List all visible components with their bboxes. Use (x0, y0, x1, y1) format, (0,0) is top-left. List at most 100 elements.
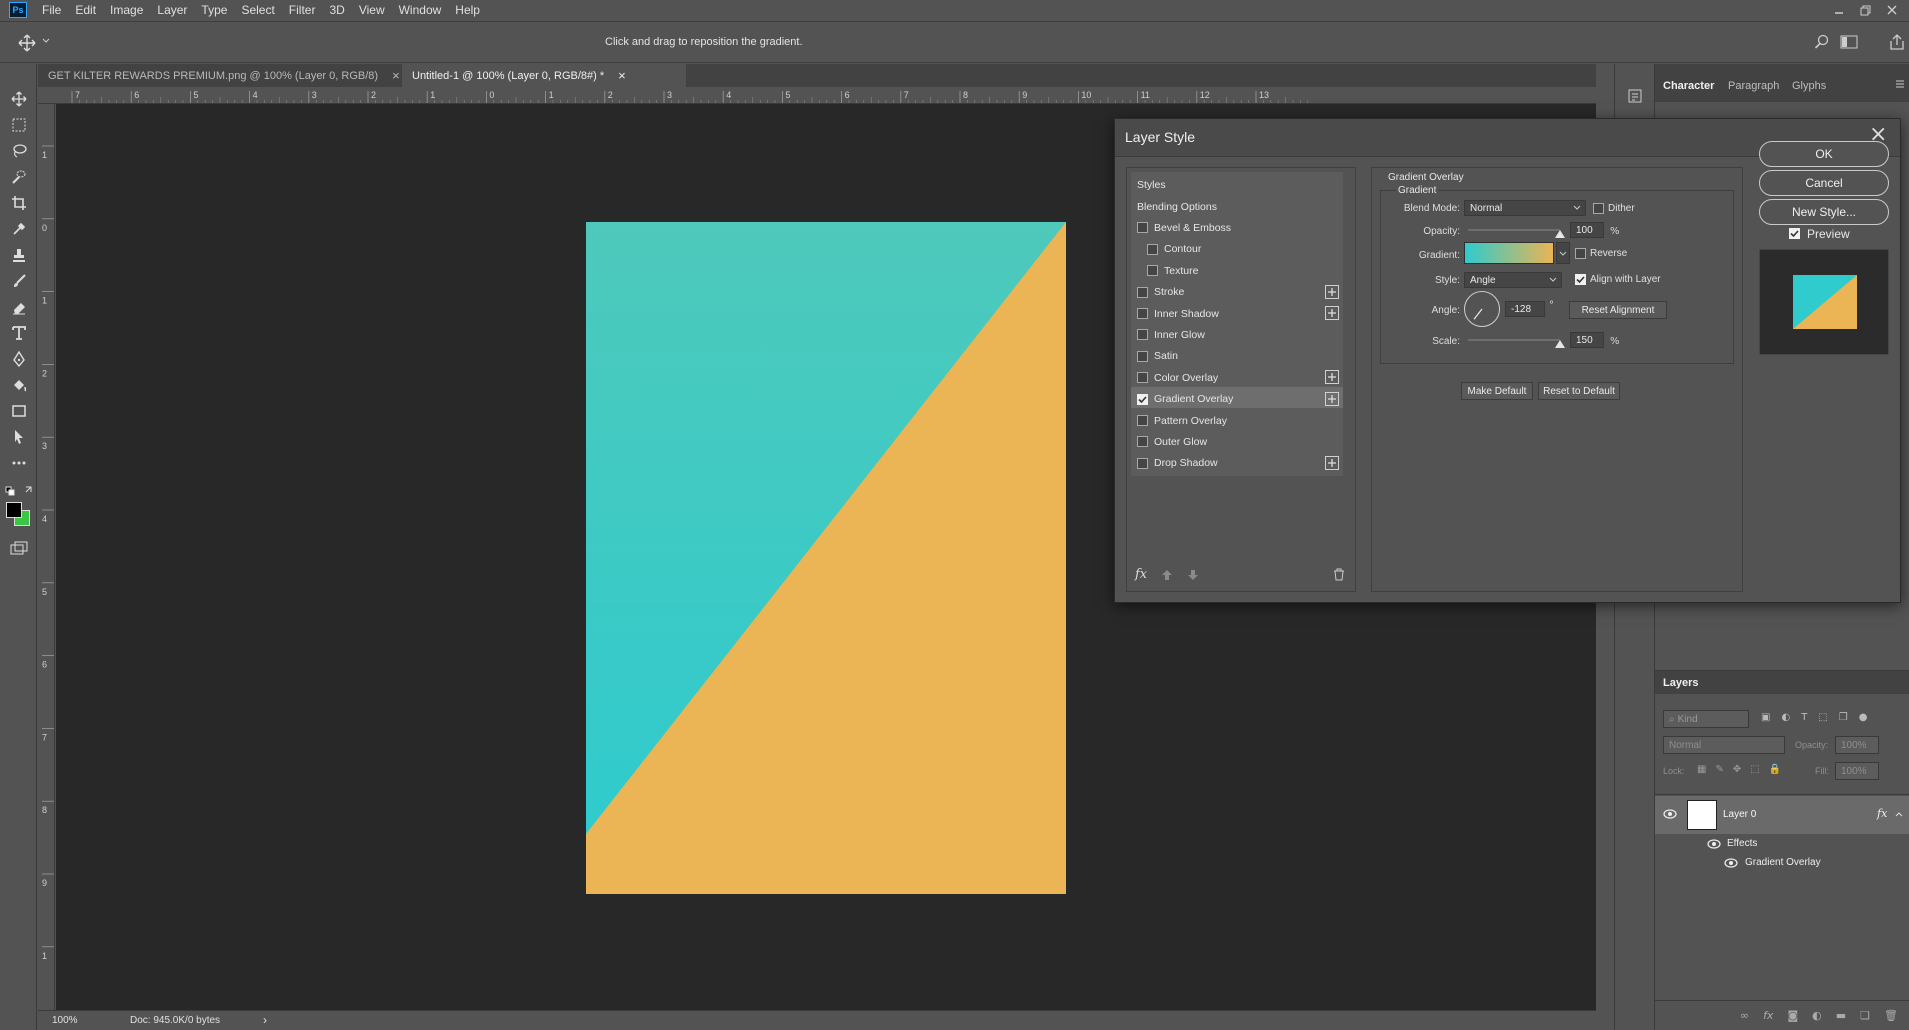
screen-mode-icon[interactable] (6, 538, 32, 560)
move-tool-icon[interactable] (6, 88, 32, 110)
layer-blend-mode-select[interactable]: Normal (1663, 736, 1785, 754)
lasso-tool-icon[interactable] (6, 140, 32, 162)
style-row-drop-shadow[interactable]: Drop Shadow (1131, 450, 1343, 476)
layer-row-layer-0[interactable]: Layer 0 fx (1655, 796, 1909, 834)
new-layer-icon[interactable]: ❏ (1860, 1009, 1870, 1022)
chevron-up-icon[interactable] (1895, 810, 1903, 818)
layer-fx-badge[interactable]: fx (1877, 807, 1887, 820)
brush-tool-icon[interactable] (6, 270, 32, 292)
minimize-icon[interactable] (1834, 5, 1844, 15)
adjustment-filter-icon[interactable]: ◐ (1781, 712, 1790, 726)
angle-dial[interactable] (1464, 291, 1500, 327)
close-icon[interactable] (1887, 5, 1897, 15)
lock-artboard-icon[interactable]: ⬚ (1750, 764, 1759, 778)
more-tools-icon[interactable] (6, 452, 32, 474)
zoom-level[interactable]: 100% (52, 1015, 78, 1026)
image-filter-icon[interactable]: ▣ (1761, 712, 1770, 726)
reset-alignment-button[interactable]: Reset Alignment (1569, 301, 1667, 319)
restore-icon[interactable] (1860, 5, 1871, 16)
tab-untitled-1[interactable]: Untitled-1 @ 100% (Layer 0, RGB/8#) * × (402, 64, 686, 87)
menu-file[interactable]: File (35, 3, 68, 17)
layer-name[interactable]: Layer 0 (1723, 809, 1756, 820)
style-select[interactable]: Angle (1464, 272, 1562, 288)
history-panel-icon[interactable] (1627, 88, 1643, 104)
default-colors-icon[interactable] (4, 482, 34, 496)
menu-help[interactable]: Help (448, 3, 487, 17)
move-tool-icon[interactable] (18, 34, 36, 52)
status-menu-arrow[interactable]: › (263, 1013, 267, 1027)
scale-slider-thumb[interactable] (1555, 340, 1565, 348)
reset-to-default-button[interactable]: Reset to Default (1538, 382, 1620, 400)
visibility-eye-icon[interactable] (1724, 858, 1738, 868)
workspace-icon[interactable] (1840, 34, 1858, 50)
gradient-picker-button[interactable] (1556, 242, 1570, 264)
menu-filter[interactable]: Filter (282, 3, 323, 17)
menu-edit[interactable]: Edit (68, 3, 103, 17)
search-icon[interactable] (1814, 34, 1830, 50)
selection-tool-icon[interactable] (6, 426, 32, 448)
eyedropper-tool-icon[interactable] (6, 218, 32, 240)
pen-tool-icon[interactable] (6, 348, 32, 370)
add-instance-plus-icon[interactable] (1325, 455, 1339, 470)
lock-all-icon[interactable]: 🔒 (1769, 764, 1781, 778)
type-tool-icon[interactable] (6, 322, 32, 344)
add-mask-icon[interactable]: ◙ (1787, 1009, 1798, 1022)
effect-gradient-overlay-row[interactable]: Gradient Overlay (1655, 853, 1909, 872)
type-filter-icon[interactable]: T (1801, 712, 1807, 726)
gradient-swatch[interactable] (1464, 242, 1554, 264)
adjustment-layer-icon[interactable]: ◐ (1812, 1009, 1822, 1022)
scale-input[interactable]: 150 (1570, 332, 1604, 348)
eraser-tool-icon[interactable] (6, 296, 32, 318)
preview-checkbox[interactable] (1789, 228, 1800, 239)
menu-view[interactable]: View (352, 3, 392, 17)
menu-image[interactable]: Image (103, 3, 150, 17)
filter-toggle-icon[interactable]: ● (1859, 712, 1868, 726)
tab-character[interactable]: Character (1663, 80, 1714, 92)
add-instance-plus-icon[interactable] (1325, 370, 1339, 385)
style-checkbox[interactable] (1147, 265, 1158, 277)
menu-window[interactable]: Window (392, 3, 449, 17)
stamp-tool-icon[interactable] (6, 244, 32, 266)
share-icon[interactable] (1888, 33, 1906, 51)
style-checkbox[interactable] (1137, 415, 1148, 426)
paint-bucket-tool-icon[interactable] (6, 374, 32, 396)
menu-select[interactable]: Select (234, 3, 281, 17)
menu-3d[interactable]: 3D (322, 3, 351, 17)
foreground-color-swatch[interactable] (6, 502, 22, 518)
layer-filter-input[interactable]: ⌕ Kind (1663, 710, 1749, 728)
crop-tool-icon[interactable] (6, 192, 32, 214)
make-default-button[interactable]: Make Default (1461, 382, 1533, 400)
visibility-eye-icon[interactable] (1707, 839, 1721, 849)
add-instance-plus-icon[interactable] (1325, 306, 1339, 320)
panel-menu-icon[interactable] (1896, 80, 1904, 88)
add-effect-fx-icon[interactable]: fx (1135, 567, 1147, 582)
angle-input[interactable]: -128 (1505, 301, 1545, 317)
style-checkbox[interactable] (1137, 457, 1148, 469)
style-checkbox[interactable] (1137, 308, 1148, 319)
blend-mode-select[interactable]: Normal (1464, 200, 1586, 216)
visibility-eye-icon[interactable] (1663, 809, 1677, 819)
style-checkbox[interactable] (1137, 286, 1148, 298)
cancel-button[interactable]: Cancel (1759, 170, 1889, 196)
scale-slider-track[interactable] (1468, 339, 1560, 341)
reverse-checkbox[interactable] (1575, 248, 1586, 259)
ok-button[interactable]: OK (1759, 141, 1889, 167)
quick-select-tool-icon[interactable] (6, 166, 32, 188)
style-checkbox[interactable] (1137, 393, 1148, 405)
style-checkbox[interactable] (1137, 329, 1148, 341)
move-down-icon[interactable] (1187, 569, 1199, 581)
style-checkbox[interactable] (1137, 350, 1148, 362)
tab-close-icon[interactable]: × (618, 68, 626, 83)
tab-glyphs[interactable]: Glyphs (1792, 80, 1826, 92)
tab-kilter-png[interactable]: GET KILTER REWARDS PREMIUM.png @ 100% (L… (38, 64, 402, 87)
opacity-input[interactable]: 100 (1570, 222, 1604, 238)
effects-row[interactable]: Effects (1655, 834, 1909, 853)
lock-brush-icon[interactable]: ✎ (1715, 764, 1723, 778)
tab-paragraph[interactable]: Paragraph (1728, 80, 1779, 92)
menu-layer[interactable]: Layer (150, 3, 194, 17)
style-checkbox[interactable] (1137, 436, 1148, 448)
smart-object-filter-icon[interactable]: ❐ (1839, 712, 1848, 726)
layer-opacity-input[interactable]: 100% (1835, 736, 1879, 754)
shape-filter-icon[interactable]: ⬚ (1818, 712, 1827, 726)
opacity-slider-thumb[interactable] (1555, 230, 1565, 238)
